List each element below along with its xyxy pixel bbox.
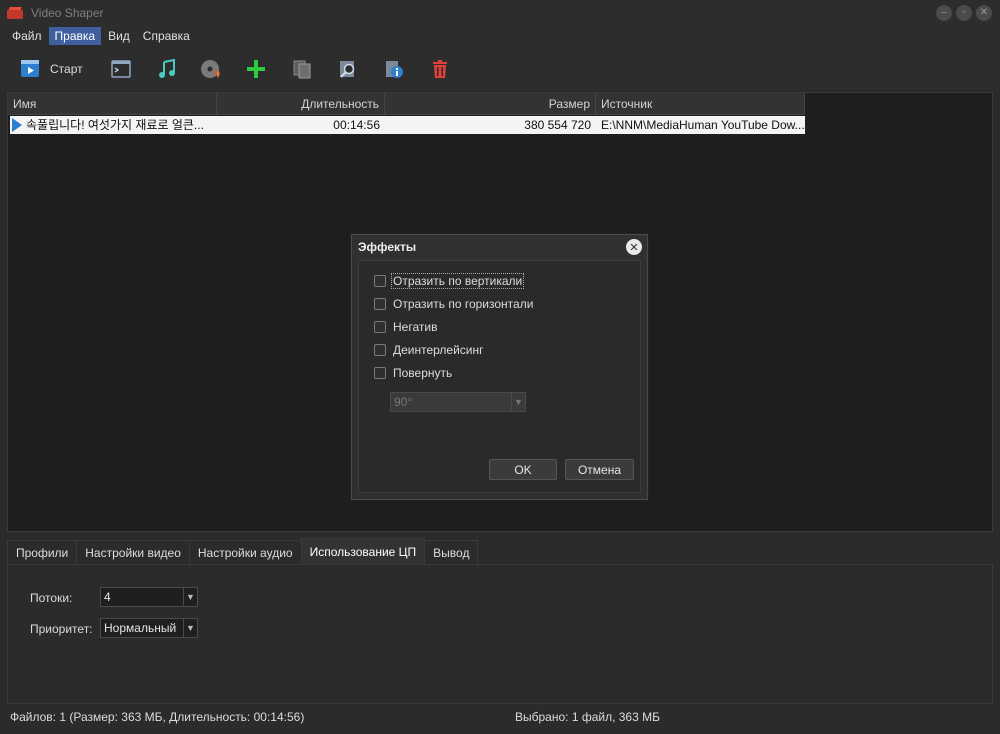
status-files-summary: Файлов: 1 (Размер: 363 МБ, Длительность:… (10, 710, 305, 724)
dialog-title-bar: Эффекты ✕ (352, 235, 647, 259)
cell-source: E:\NNM\MediaHuman YouTube Dow... (601, 118, 805, 132)
checkbox-deinterlace[interactable]: Деинтерлейсинг (374, 343, 485, 357)
toolbar: Старт (0, 48, 1000, 90)
play-marker-icon (10, 116, 24, 134)
priority-select[interactable]: Нормальный ▼ (100, 618, 198, 638)
console-button[interactable] (109, 52, 133, 86)
checkbox-rotate[interactable]: Повернуть (374, 366, 453, 380)
checkbox-label: Отразить по горизонтали (393, 297, 534, 311)
tab-video-settings[interactable]: Настройки видео (76, 540, 190, 564)
music-note-icon (155, 57, 179, 81)
column-header-name[interactable]: Имя (8, 93, 217, 115)
checkbox[interactable] (374, 344, 386, 356)
settings-tabs: Профили Настройки видео Настройки аудио … (7, 538, 479, 564)
cell-size: 380 554 720 (524, 118, 591, 132)
column-header-duration[interactable]: Длительность (217, 93, 385, 115)
checkbox-negative[interactable]: Негатив (374, 320, 438, 334)
priority-value: Нормальный (104, 621, 177, 635)
menu-help[interactable]: Справка (137, 27, 196, 45)
cell-duration: 00:14:56 (333, 118, 380, 132)
checkbox[interactable] (374, 275, 386, 287)
tab-output[interactable]: Вывод (424, 540, 479, 564)
checkbox-label: Деинтерлейсинг (393, 343, 484, 357)
rotate-angle-value: 90° (394, 395, 413, 409)
play-clip-icon (18, 57, 42, 81)
tab-cpu-usage[interactable]: Использование ЦП (300, 538, 426, 564)
window-title: Video Shaper (31, 6, 104, 20)
rotate-angle-select: 90° ▼ (390, 392, 526, 412)
zoom-icon (336, 57, 360, 81)
list-header: Имя Длительность Размер Источник (8, 93, 805, 115)
threads-select[interactable]: 4 ▼ (100, 587, 198, 607)
maximize-button[interactable]: ▫ (956, 5, 972, 21)
chevron-down-icon[interactable]: ▼ (183, 619, 197, 637)
checkbox-label: Негатив (393, 320, 438, 334)
dialog-body: Отразить по вертикали Отразить по горизо… (358, 260, 641, 493)
column-header-source[interactable]: Источник (596, 93, 805, 115)
close-window-button[interactable]: ✕ (976, 5, 992, 21)
checkbox-flip-vertical[interactable]: Отразить по вертикали (374, 273, 525, 289)
priority-label: Приоритет: (30, 622, 93, 636)
copy-icon (290, 57, 314, 81)
title-bar: Video Shaper – ▫ ✕ (0, 0, 1000, 26)
add-icon (244, 57, 268, 81)
preview-button[interactable] (336, 52, 360, 86)
menu-bar: Файл Правка Вид Справка (0, 26, 1000, 46)
delete-icon (428, 57, 452, 81)
menu-edit[interactable]: Правка (48, 27, 102, 45)
checkbox-label: Отразить по вертикали (390, 273, 525, 289)
dialog-title: Эффекты (358, 240, 417, 254)
cell-name: 속풀립니다! 여섯가지 재료로 얼큰... (26, 118, 204, 132)
delete-button[interactable] (428, 52, 452, 86)
threads-value: 4 (104, 590, 111, 604)
audio-button[interactable] (155, 52, 179, 86)
dialog-close-button[interactable]: ✕ (626, 239, 642, 255)
checkbox-label: Повернуть (393, 366, 453, 380)
ok-button[interactable]: OK (489, 459, 557, 480)
table-row[interactable]: 속풀립니다! 여섯가지 재료로 얼큰... 00:14:56 380 554 7… (10, 116, 805, 134)
disc-burn-icon (199, 57, 223, 81)
checkbox[interactable] (374, 298, 386, 310)
burn-disc-button[interactable] (199, 52, 223, 86)
cpu-usage-panel: Потоки: 4 ▼ Приоритет: Нормальный ▼ (7, 564, 993, 704)
add-button[interactable] (244, 52, 268, 86)
checkbox[interactable] (374, 367, 386, 379)
console-icon (109, 57, 133, 81)
info-button[interactable] (382, 52, 406, 86)
chevron-down-icon[interactable]: ▼ (183, 588, 197, 606)
tab-audio-settings[interactable]: Настройки аудио (188, 540, 302, 564)
cancel-button[interactable]: Отмена (565, 459, 634, 480)
menu-view[interactable]: Вид (102, 27, 136, 45)
app-logo-icon (7, 6, 25, 20)
column-header-size[interactable]: Размер (385, 93, 596, 115)
minimize-button[interactable]: – (936, 5, 952, 21)
tab-profiles[interactable]: Профили (7, 540, 78, 564)
checkbox-flip-horizontal[interactable]: Отразить по горизонтали (374, 297, 534, 311)
checkbox[interactable] (374, 321, 386, 333)
start-button[interactable]: Старт (18, 52, 83, 86)
menu-file[interactable]: Файл (6, 27, 48, 45)
threads-label: Потоки: (30, 591, 73, 605)
effects-dialog: Эффекты ✕ Отразить по вертикали Отразить… (351, 234, 648, 500)
chevron-down-icon: ▼ (511, 393, 525, 411)
status-bar: Файлов: 1 (Размер: 363 МБ, Длительность:… (0, 706, 1000, 728)
status-selection-summary: Выбрано: 1 файл, 363 МБ (515, 710, 660, 724)
copy-button[interactable] (290, 52, 314, 86)
info-icon (382, 57, 406, 81)
start-label: Старт (50, 62, 83, 76)
